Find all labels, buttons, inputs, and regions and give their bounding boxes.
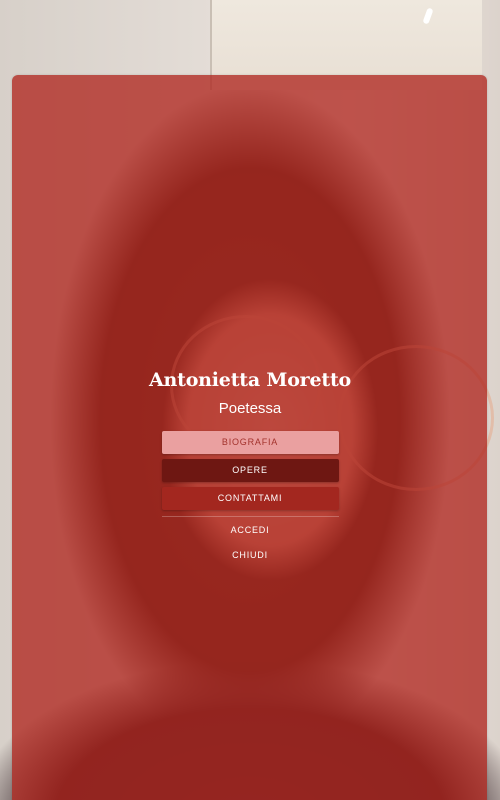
site-title: Antonietta Moretto [148, 369, 352, 391]
main-menu: BIOGRAFIA OPERE CONTATTAMI [161, 431, 339, 510]
menu-item-contattami[interactable]: CONTATTAMI [161, 487, 339, 510]
site-subtitle: Poetessa [218, 400, 282, 417]
menu-item-opere[interactable]: OPERE [161, 459, 339, 482]
menu-item-biografia[interactable]: BIOGRAFIA [161, 431, 339, 454]
page: Antonietta Moretto Poetessa BIOGRAFIA OP… [0, 0, 500, 800]
login-link[interactable]: ACCEDI [0, 525, 500, 535]
close-menu-link[interactable]: CHIUDI [0, 550, 500, 560]
menu-content: Antonietta Moretto Poetessa BIOGRAFIA OP… [0, 366, 500, 560]
menu-divider [161, 516, 339, 517]
